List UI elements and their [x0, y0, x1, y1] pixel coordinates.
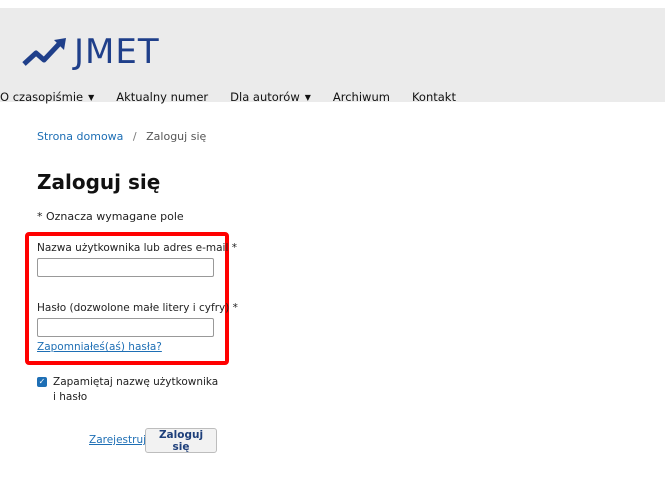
remember-me-label: Zapamiętaj nazwę użytkownika i hasło: [53, 376, 219, 403]
nav-item-for-authors[interactable]: Dla autorów ▼: [230, 90, 311, 104]
nav-item-label: Kontakt: [411, 90, 456, 104]
nav-item-label: O czasopiśmie: [0, 90, 84, 104]
nav-item-label: Dla autorów: [230, 90, 300, 104]
caret-down-icon: ▼: [304, 92, 311, 102]
breadcrumb-home-link[interactable]: Strona domowa: [37, 130, 123, 143]
breadcrumb-separator: /: [132, 130, 137, 143]
site-header: JMET O czasopiśmie ▼ Aktualny numer Dla …: [0, 8, 665, 104]
password-label: Hasło (dozwolone małe litery i cyfry) *: [37, 302, 238, 314]
password-input[interactable]: [37, 318, 214, 337]
register-link[interactable]: Zarejestruj: [89, 434, 146, 446]
logo-text: JMET: [74, 32, 160, 72]
remember-me-checkbox[interactable]: ✓: [37, 377, 47, 387]
remember-me-row: ✓ Zapamiętaj nazwę użytkownika i hasło: [37, 375, 223, 405]
nav-item-archive[interactable]: Archiwum: [333, 90, 390, 104]
nav-item-current-issue[interactable]: Aktualny numer: [116, 90, 208, 104]
main-nav: O czasopiśmie ▼ Aktualny numer Dla autor…: [0, 88, 478, 106]
page-title: Zaloguj się: [37, 170, 161, 194]
breadcrumb: Strona domowa / Zaloguj się: [37, 130, 206, 143]
top-spacer: [0, 0, 665, 8]
breadcrumb-current: Zaloguj się: [146, 130, 207, 143]
site-logo[interactable]: JMET: [22, 34, 160, 70]
required-fields-note: * Oznacza wymagane pole: [37, 210, 184, 223]
nav-item-label: Archiwum: [332, 90, 390, 104]
caret-down-icon: ▼: [88, 92, 95, 102]
username-label: Nazwa użytkownika lub adres e-mail *: [37, 242, 237, 254]
login-button[interactable]: Zaloguj się: [145, 428, 217, 453]
nav-item-about[interactable]: O czasopiśmie ▼: [0, 90, 94, 104]
username-input[interactable]: [37, 258, 214, 277]
nav-item-label: Aktualny numer: [116, 90, 209, 104]
nav-item-contact[interactable]: Kontakt: [412, 90, 456, 104]
forgot-password-link[interactable]: Zapomniałeś(aś) hasła?: [37, 341, 162, 353]
trend-arrow-icon: [22, 38, 66, 66]
